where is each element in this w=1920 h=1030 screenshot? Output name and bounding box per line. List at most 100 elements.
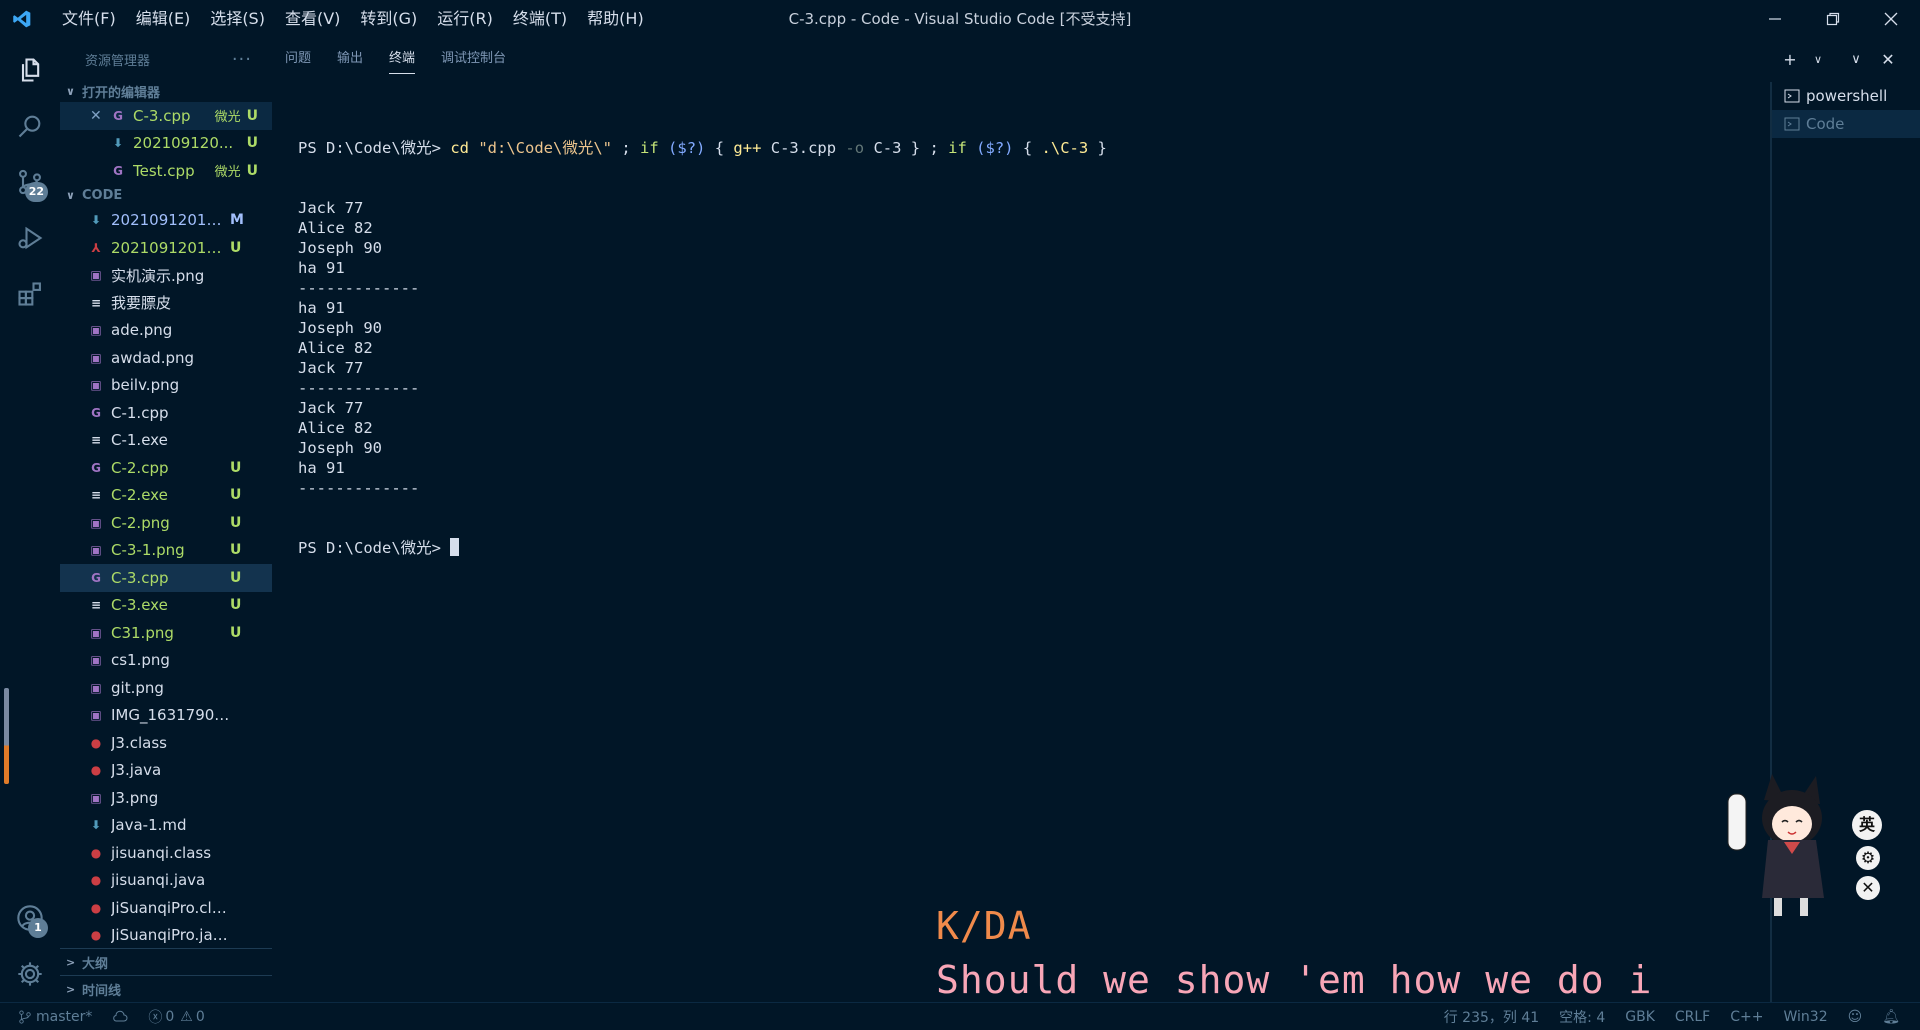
- terminal-output-line: Alice 82: [298, 219, 373, 237]
- file-item[interactable]: ≡ 我要膘皮: [60, 289, 272, 317]
- file-name: 我要膘皮: [111, 294, 172, 313]
- cursor-position[interactable]: 行 235，列 41: [1434, 1007, 1549, 1027]
- folder-section-code[interactable]: ∨ CODE: [60, 185, 272, 207]
- restore-button[interactable]: [1804, 0, 1862, 38]
- close-window-button[interactable]: [1862, 0, 1920, 38]
- tab-problems[interactable]: 问题: [272, 38, 324, 80]
- file-name: cs1.png: [111, 651, 170, 670]
- file-item[interactable]: ⬇ Java-1.md: [60, 812, 272, 840]
- feedback-icon[interactable]: ☺: [1838, 1009, 1873, 1025]
- settings-gear-icon[interactable]: ⚙: [1856, 846, 1880, 870]
- menu-run[interactable]: 运行(R): [427, 0, 503, 38]
- cpp-icon: G: [91, 405, 101, 420]
- outline-section[interactable]: > 大纲: [60, 948, 272, 975]
- encoding[interactable]: GBK: [1615, 1009, 1665, 1025]
- java-icon: ●: [90, 845, 102, 860]
- line-ending[interactable]: CRLF: [1665, 1009, 1720, 1025]
- open-editor-item[interactable]: ✕ G C-3.cpp 微光 U: [60, 102, 272, 130]
- file-name: C31.png: [111, 623, 174, 642]
- file-item[interactable]: ● J3.java: [60, 757, 272, 785]
- menu-view[interactable]: 查看(V): [275, 0, 350, 38]
- java-icon: ●: [90, 928, 102, 943]
- file-item[interactable]: ▣ C-3-1.png U: [60, 537, 272, 565]
- search-activity[interactable]: [0, 98, 60, 154]
- file-item[interactable]: ▣ awdad.png: [60, 344, 272, 372]
- notifications-bell-icon[interactable]: 🔔︎: [1872, 1009, 1910, 1025]
- file-item[interactable]: ▣ git.png: [60, 674, 272, 702]
- maximize-panel-icon[interactable]: ∨: [1842, 52, 1870, 67]
- branch-indicator[interactable]: master*: [0, 1009, 102, 1025]
- file-item[interactable]: ▣ J3.png: [60, 784, 272, 812]
- menu-help[interactable]: 帮助(H): [577, 0, 654, 38]
- explorer-title: 资源管理器: [85, 53, 151, 69]
- more-actions-icon[interactable]: ···: [232, 49, 252, 70]
- file-item[interactable]: ▣ cs1.png: [60, 647, 272, 675]
- run-debug-activity[interactable]: [0, 210, 60, 266]
- file-item[interactable]: ▣ C-2.png U: [60, 509, 272, 537]
- file-item[interactable]: ≡ C-2.exe U: [60, 482, 272, 510]
- file-item[interactable]: ● J3.class: [60, 729, 272, 757]
- file-item[interactable]: ● jisuanqi.class: [60, 839, 272, 867]
- file-item[interactable]: ▣ IMG_163179043308...: [60, 702, 272, 730]
- tab-debug-console[interactable]: 调试控制台: [428, 38, 519, 80]
- open-editors-section[interactable]: ∨ 打开的编辑器: [60, 80, 272, 102]
- close-panel-icon[interactable]: ✕: [1874, 50, 1902, 69]
- open-editor-item[interactable]: G Test.cpp 微光 U: [60, 157, 272, 185]
- file-item[interactable]: ≡ C-1.exe: [60, 427, 272, 455]
- open-editor-folder: 微光: [214, 110, 241, 126]
- git-status-flag: U: [246, 162, 258, 179]
- panel-actions: + ∨ ∨ ✕: [1776, 38, 1920, 80]
- file-item[interactable]: ▣ C31.png U: [60, 619, 272, 647]
- file-item[interactable]: G C-3.cpp U: [60, 564, 272, 592]
- menu-terminal[interactable]: 终端(T): [503, 0, 577, 38]
- open-editors-label: 打开的编辑器: [82, 85, 161, 101]
- manage-activity[interactable]: [0, 946, 60, 1002]
- close-editor-icon[interactable]: ✕: [90, 108, 110, 124]
- explorer-activity[interactable]: [0, 42, 60, 98]
- file-item[interactable]: ▣ ade.png: [60, 317, 272, 345]
- terminal-output[interactable]: PS D:\Code\微光> cd "d:\Code\微光\" ; if ($?…: [298, 98, 1758, 598]
- platform[interactable]: Win32: [1773, 1009, 1837, 1025]
- file-item[interactable]: ≡ C-3.exe U: [60, 592, 272, 620]
- indentation[interactable]: 空格: 4: [1549, 1007, 1615, 1027]
- timeline-section[interactable]: > 时间线: [60, 975, 272, 1002]
- open-editor-folder: 微光: [214, 165, 241, 181]
- file-item[interactable]: ⬇ 202109120101... M: [60, 207, 272, 235]
- tab-output[interactable]: 输出: [324, 38, 376, 80]
- menu-edit[interactable]: 编辑(E): [126, 0, 201, 38]
- problems-indicator[interactable]: ⓧ 0 ⚠ 0: [138, 1007, 214, 1027]
- menu-go[interactable]: 转到(G): [350, 0, 427, 38]
- open-editor-item[interactable]: ⬇ 202109120... U: [60, 130, 272, 158]
- file-item[interactable]: ⅄ 202109120101... U: [60, 234, 272, 262]
- extensions-activity[interactable]: [0, 266, 60, 322]
- tab-terminal[interactable]: 终端: [376, 38, 428, 80]
- file-item[interactable]: ▣ 实机演示.png: [60, 262, 272, 290]
- cpp-icon: G: [91, 570, 101, 585]
- language-toggle-button[interactable]: 英: [1852, 810, 1882, 840]
- source-control-activity[interactable]: 22: [0, 154, 60, 210]
- file-item[interactable]: ● jisuanqi.java: [60, 867, 272, 895]
- minimize-button[interactable]: [1746, 0, 1804, 38]
- file-item[interactable]: ▣ beilv.png: [60, 372, 272, 400]
- language-mode[interactable]: C++: [1720, 1009, 1773, 1025]
- terminal-instance-code[interactable]: Code: [1772, 110, 1920, 138]
- menu-file[interactable]: 文件(F): [52, 0, 126, 38]
- terminal-list: powershell Code: [1772, 82, 1920, 138]
- new-terminal-button[interactable]: +: [1776, 50, 1804, 69]
- image-icon: ▣: [90, 625, 102, 640]
- close-mascot-icon[interactable]: ✕: [1856, 876, 1880, 900]
- sync-button[interactable]: [102, 1010, 138, 1024]
- terminal-instance-powershell[interactable]: powershell: [1772, 82, 1920, 110]
- file-item[interactable]: ● JiSuanqiPro.java: [60, 922, 272, 950]
- menu-selection[interactable]: 选择(S): [200, 0, 275, 38]
- file-item[interactable]: G C-2.cpp U: [60, 454, 272, 482]
- git-status-flag: U: [230, 542, 242, 559]
- file-name: J3.png: [111, 788, 159, 807]
- file-item[interactable]: G C-1.cpp: [60, 399, 272, 427]
- desktop-mascot[interactable]: 英 ⚙ ✕: [1724, 770, 1904, 930]
- file-item[interactable]: ● JiSuanqiPro.class: [60, 894, 272, 922]
- git-branch-icon: [19, 1009, 31, 1024]
- file-name: C-2.png: [111, 513, 170, 532]
- accounts-activity[interactable]: 1: [0, 890, 60, 946]
- terminal-dropdown-icon[interactable]: ∨: [1804, 53, 1832, 66]
